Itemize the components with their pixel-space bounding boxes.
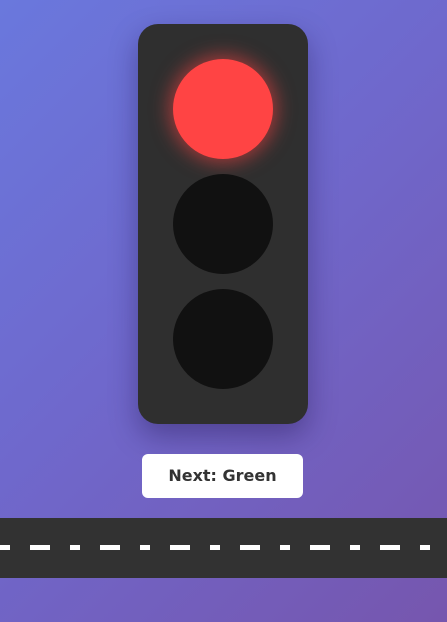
yellow-light <box>173 174 273 274</box>
road <box>0 518 447 578</box>
traffic-light <box>138 24 308 424</box>
red-light <box>173 59 273 159</box>
road-center-line <box>0 545 447 550</box>
next-light-button[interactable]: Next: Green <box>142 454 303 498</box>
green-light <box>173 289 273 389</box>
